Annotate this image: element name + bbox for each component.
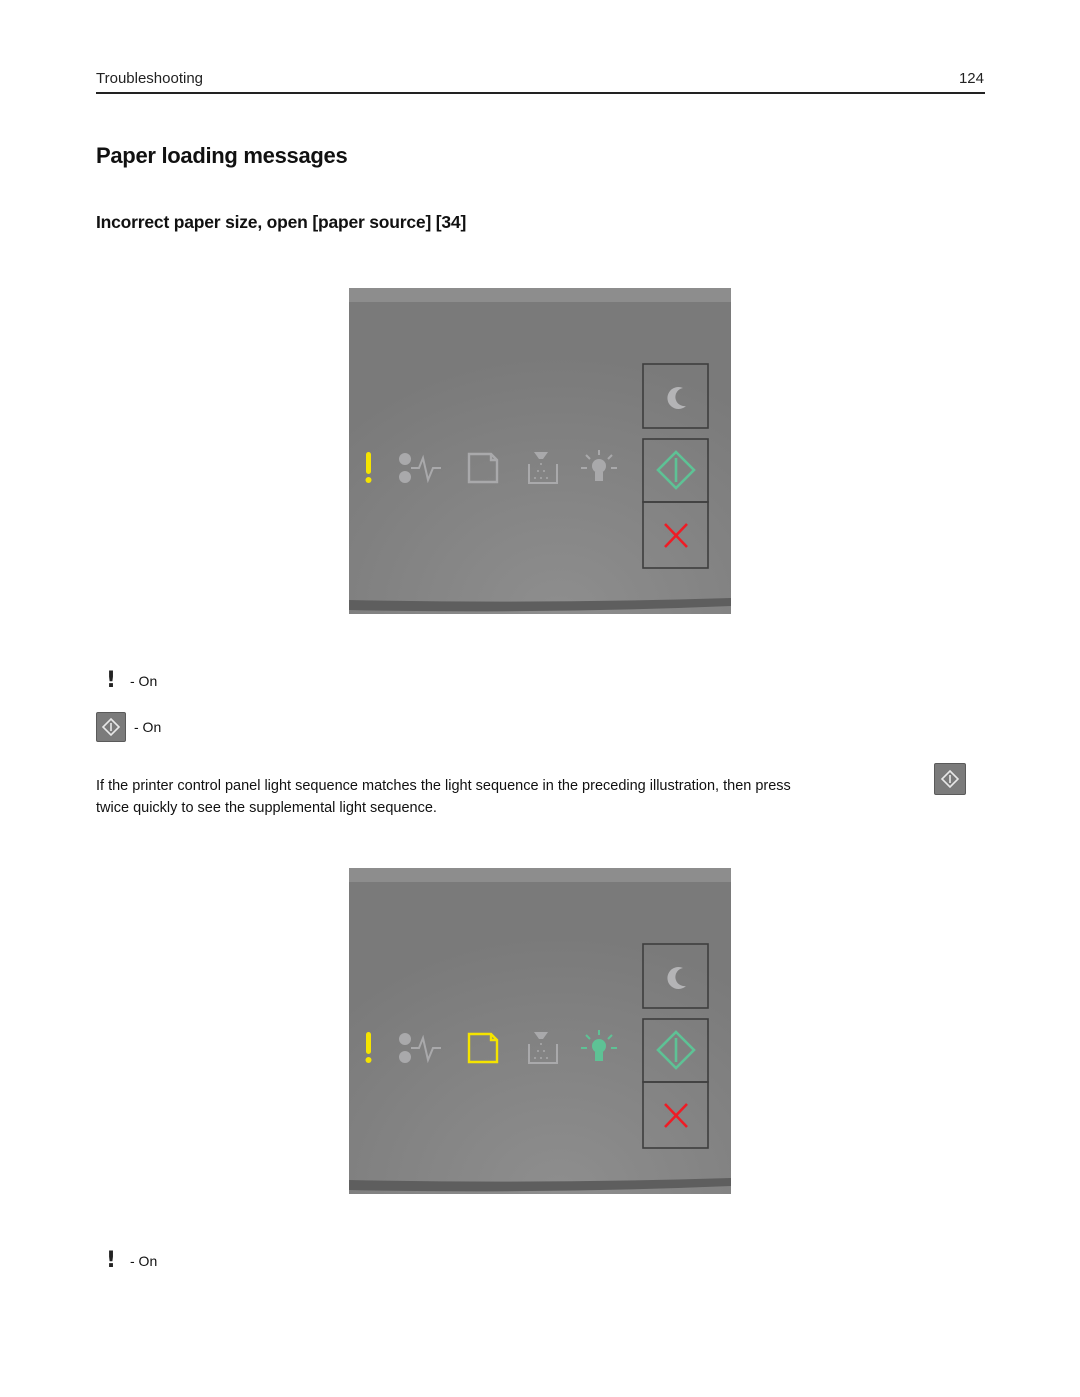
error-indicator-dot	[365, 1057, 372, 1063]
section-heading: Incorrect paper size, open [paper source…	[96, 212, 467, 232]
legend-text: - On	[130, 672, 158, 689]
panel-body	[349, 868, 731, 1194]
control-panel-primary	[349, 288, 731, 614]
page-title: Paper loading messages	[96, 143, 348, 168]
instruction-paragraph: If the printer control panel light seque…	[96, 775, 976, 819]
control-panel-supplemental	[349, 868, 731, 1194]
instruction-text-end: twice quickly to see the supplemental li…	[96, 800, 437, 816]
panel-top-edge	[349, 288, 731, 302]
panel-body	[349, 288, 731, 614]
error-indicator-icon	[366, 1032, 371, 1054]
legend-item-error: ! - On	[96, 668, 157, 693]
start-button-icon	[934, 763, 966, 795]
header-section-label: Troubleshooting	[96, 70, 204, 87]
error-indicator-dot	[365, 477, 372, 483]
instruction-text: If the printer control panel light seque…	[96, 778, 791, 794]
header-divider	[96, 92, 985, 94]
error-exclamation-icon: !	[105, 1248, 117, 1273]
legend-text: - On	[134, 719, 162, 735]
legend-text: - On	[130, 1252, 158, 1269]
error-indicator-icon	[366, 452, 371, 474]
start-button-icon	[96, 712, 126, 742]
error-exclamation-icon: !	[105, 668, 117, 693]
legend-item-start: - On	[96, 712, 161, 742]
legend-item-error: ! - On	[96, 1248, 157, 1273]
page-number: 124	[958, 70, 984, 87]
panel-top-edge	[349, 868, 731, 882]
printer-panel-illustration	[349, 288, 731, 614]
printer-panel-illustration	[349, 868, 731, 1194]
